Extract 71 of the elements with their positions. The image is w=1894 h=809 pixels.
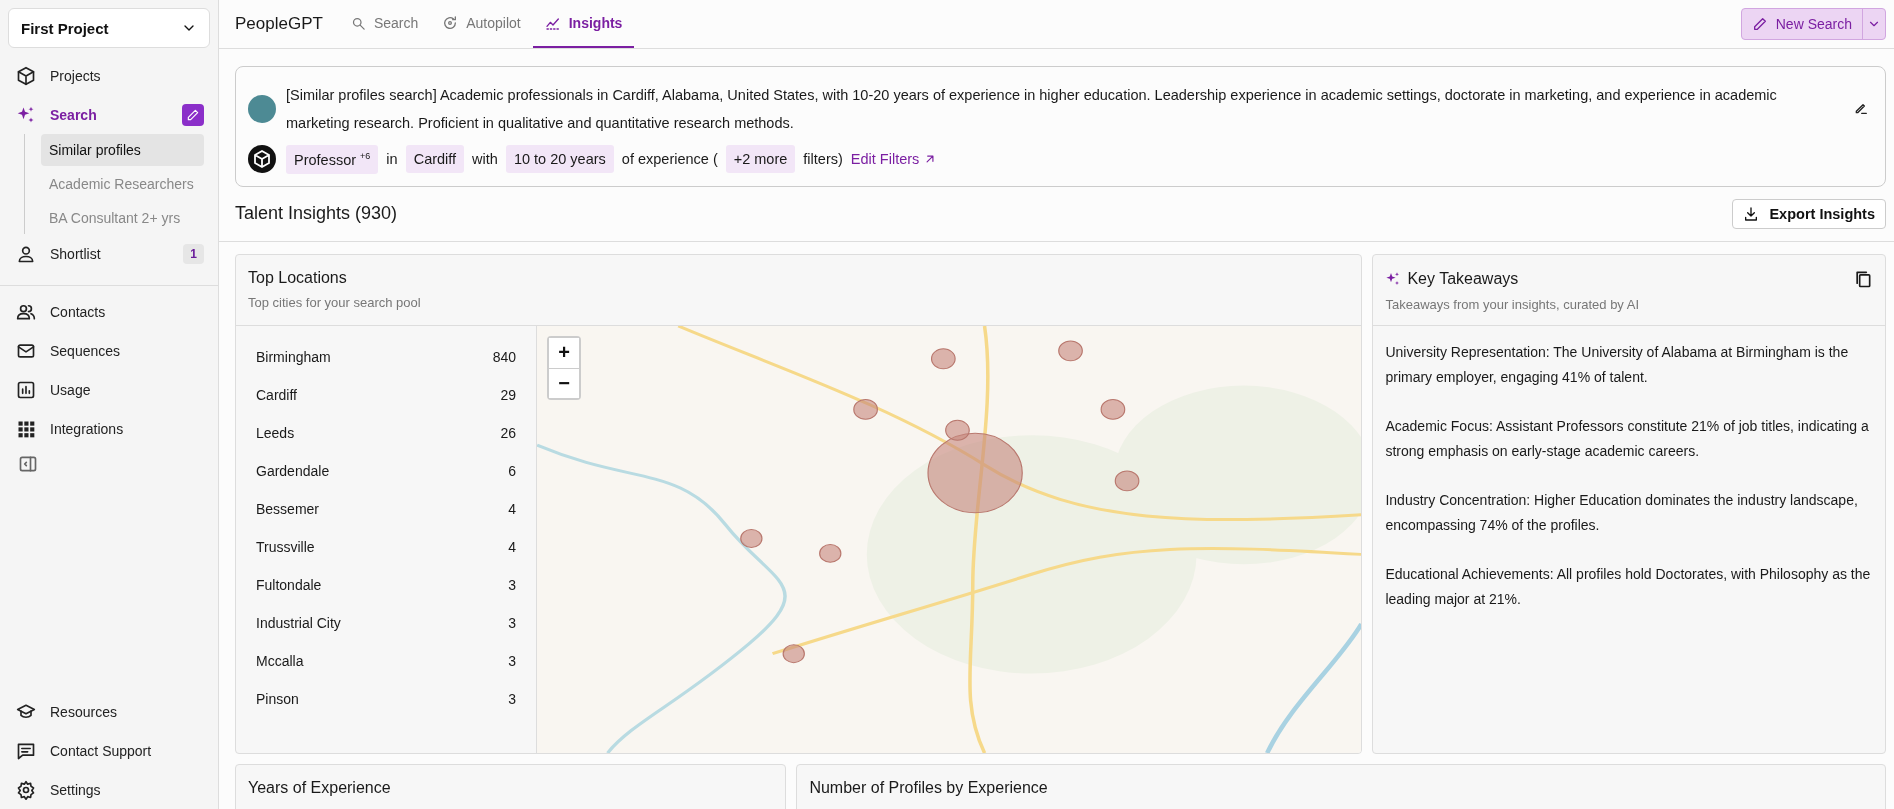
edit-icon[interactable] <box>182 103 204 126</box>
filter-text: in <box>386 151 398 168</box>
nav-item[interactable]: Contact Support <box>0 731 218 770</box>
city-count: 26 <box>500 424 516 441</box>
city-count: 6 <box>508 462 516 479</box>
city-count: 3 <box>508 652 516 669</box>
count-badge: 1 <box>183 243 204 264</box>
city-name: Cardiff <box>256 386 297 403</box>
tab[interactable]: Search <box>338 0 431 48</box>
nav-item[interactable]: Integrations <box>0 409 218 448</box>
search-icon <box>350 15 366 31</box>
city-name: Birmingham <box>256 348 331 365</box>
sidebar-toggle-icon <box>18 454 38 474</box>
city-name: Pinson <box>256 690 299 707</box>
filter-chip[interactable]: Professor $^{+6}$ <box>286 145 379 174</box>
nav-item[interactable]: Resources <box>0 692 218 731</box>
chart-card-title: Number of Profiles by Experience <box>796 763 1886 809</box>
settings-icon <box>16 779 36 800</box>
city-count: 3 <box>508 614 516 631</box>
city-count: 3 <box>508 690 516 707</box>
city-name: Industrial City <box>256 614 341 631</box>
tab[interactable]: Insights <box>532 0 635 48</box>
card-title: Key Takeaways <box>1407 269 1519 288</box>
refresh-icon <box>442 15 459 31</box>
query-text: [Similar profiles search] Academic professionals in Cardiff, Alabama, United States, with 10-20 years of experience in higher education. Leadership experience in academic settings, doctorate in marketing, and experience in academic marketing research. Proficient in qualitative and quantitative research methods. <box>286 86 1778 133</box>
nav-item[interactable]: Sequences <box>0 331 218 370</box>
takeaway-text: University Representation: The University of Alabama at Birmingham is the primary employer, engaging 41% of talent. <box>1385 342 1850 387</box>
city-name: Bessemer <box>256 500 320 517</box>
city-count: 4 <box>508 538 516 555</box>
filter-chip[interactable]: +2 more <box>725 145 796 174</box>
city-name: Mccalla <box>256 652 304 669</box>
nav-item[interactable]: Contacts <box>0 292 218 331</box>
city-name: Gardendale <box>256 462 330 479</box>
section-title: Talent Insights (930) <box>235 203 398 225</box>
zoom-out-button[interactable]: − <box>549 367 579 398</box>
filter-chip[interactable]: 10 to 20 years <box>505 145 614 174</box>
export-button[interactable]: Export Insights <box>1732 198 1886 229</box>
city-count: 3 <box>508 576 516 593</box>
filter-text: filters) <box>803 151 843 168</box>
filter-chip[interactable]: Cardiff <box>405 145 465 174</box>
cube-icon <box>16 65 36 86</box>
filter-text: of experience ( <box>621 151 718 168</box>
card-subtitle: Top cities for your search pool <box>248 294 422 310</box>
city-name: Trussville <box>256 538 315 555</box>
nav-item[interactable]: Projects <box>0 56 218 95</box>
city-count: 29 <box>500 386 516 403</box>
city-name: Fultondale <box>256 576 322 593</box>
card-subtitle: Takeaways from your insights, curated by AI <box>1385 296 1641 312</box>
nav-item[interactable]: Usage <box>0 370 218 409</box>
filter-text: with <box>472 151 498 168</box>
nav-item[interactable]: Search <box>0 95 218 134</box>
app-title: PeopleGPT <box>235 14 323 34</box>
city-count: 4 <box>508 500 516 517</box>
takeaway-text: Industry Concentration: Higher Education dominates the industry landscape, encompassing 74% of the profiles. <box>1385 490 1859 535</box>
trend-icon <box>544 15 561 31</box>
nav-item[interactable]: Settings <box>0 770 218 809</box>
project-selector[interactable]: First Project <box>8 8 210 48</box>
avatar <box>248 95 276 123</box>
takeaway-text: Academic Focus: Assistant Professors constitute 21% of job titles, indicating a strong emphasis on early-stage academic careers. <box>1385 416 1870 461</box>
card-title: Top Locations <box>248 268 348 287</box>
takeaway-text: Educational Achievements: All profiles hold Doctorates, with Philosophy as the leading major at 21%. <box>1385 564 1872 609</box>
download-icon <box>1743 205 1760 222</box>
search-item[interactable]: Similar profiles <box>41 134 204 166</box>
tab[interactable]: Autopilot <box>430 0 533 48</box>
cube-logo-icon <box>248 145 276 174</box>
chart-card-title: Years of Experience <box>235 763 787 809</box>
nav-item[interactable]: Shortlist 1 <box>0 234 218 273</box>
edit-filters-link[interactable]: Edit Filters <box>850 151 938 168</box>
city-count: 840 <box>492 348 516 365</box>
city-name: Leeds <box>256 424 295 441</box>
bar-chart-icon <box>16 379 36 400</box>
